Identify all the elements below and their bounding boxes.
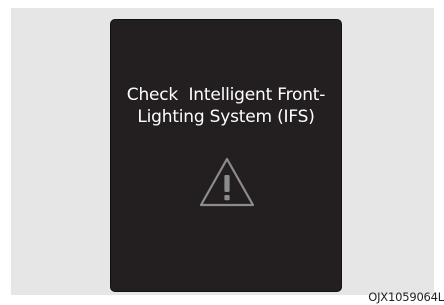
warning-message-line-1: Check Intelligent Front- bbox=[126, 85, 326, 105]
warning-triangle-icon bbox=[199, 157, 255, 207]
warning-message: Check Intelligent Front- Lighting System… bbox=[111, 84, 341, 128]
illustration: Check Intelligent Front- Lighting System… bbox=[0, 0, 444, 305]
cluster-display: Check Intelligent Front- Lighting System… bbox=[110, 19, 342, 292]
figure-code: OJX1059064L bbox=[368, 290, 444, 304]
warning-message-line-2: Lighting System (IFS) bbox=[137, 107, 315, 127]
